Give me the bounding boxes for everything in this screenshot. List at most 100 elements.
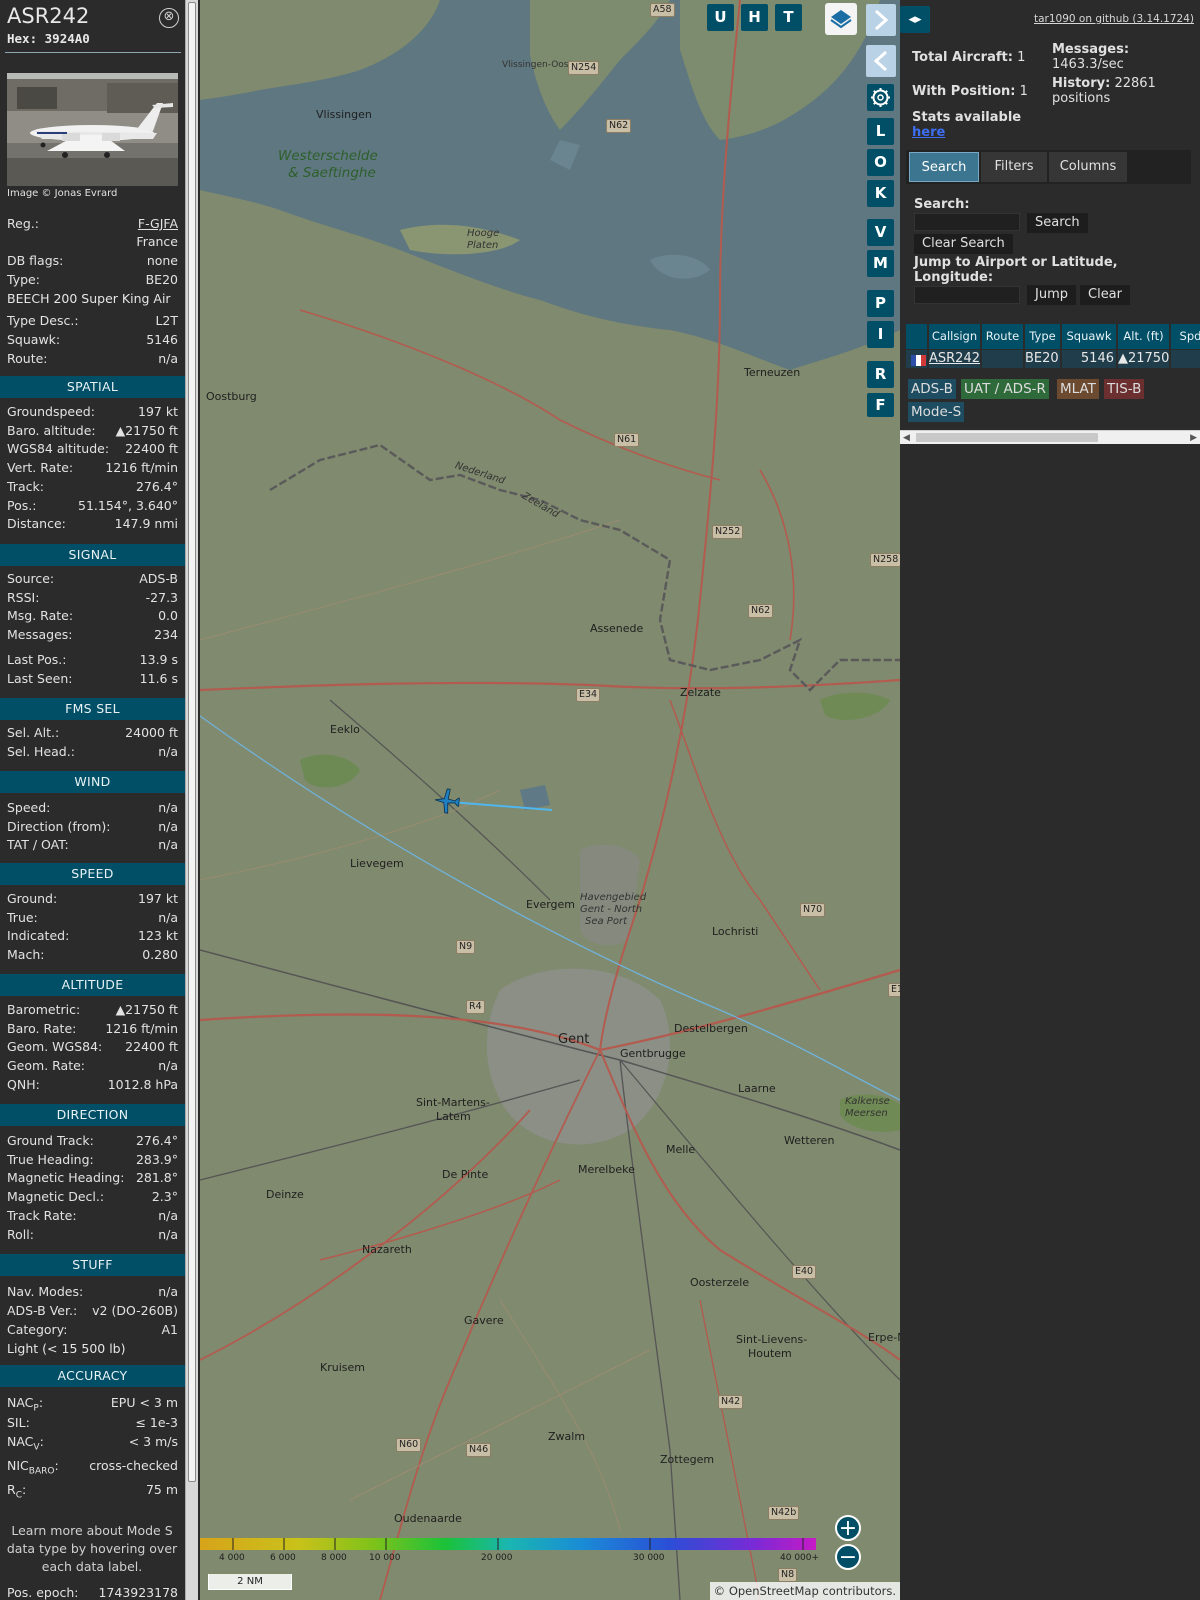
direction-value-5: n/a bbox=[158, 1226, 178, 1242]
info-scrollbar[interactable] bbox=[185, 0, 198, 1600]
tab-search[interactable]: Search bbox=[909, 152, 979, 182]
map-button-v[interactable]: V bbox=[867, 219, 894, 246]
signal-label-3: Messages: bbox=[7, 627, 73, 643]
legend-tick-4: 20 000 bbox=[481, 1553, 513, 1563]
map-label-sintmartens-2: Latem bbox=[436, 1110, 471, 1123]
map-button-k[interactable]: K bbox=[867, 180, 894, 207]
jump-input[interactable] bbox=[914, 286, 1020, 304]
map-label-laarne: Laarne bbox=[738, 1082, 776, 1095]
map-view[interactable]: Vlissingen Vlissingen-Oost Westerschelde… bbox=[200, 0, 900, 1600]
section-stuff[interactable]: STUFF bbox=[0, 1254, 185, 1276]
table-hscrollbar[interactable]: ◀ ▶ bbox=[900, 430, 1200, 444]
map-label-vlissingen-oost: Vlissingen-Oost bbox=[502, 60, 573, 70]
github-link[interactable]: tar1090 on github (3.14.1724) bbox=[1034, 13, 1194, 25]
section-altitude[interactable]: ALTITUDE bbox=[0, 974, 185, 996]
stats-link[interactable]: here bbox=[912, 125, 1021, 140]
hscroll-thumb[interactable] bbox=[916, 433, 1098, 442]
spatial-label-1: Baro. altitude: bbox=[7, 422, 96, 438]
badge-mlat: MLAT bbox=[1057, 379, 1099, 399]
dbflags-row: DB flags: none bbox=[7, 251, 178, 270]
map-button-h[interactable]: H bbox=[741, 4, 768, 31]
road-e34: E34 bbox=[576, 688, 601, 702]
col-route[interactable]: Route bbox=[982, 324, 1024, 349]
aircraft-photo[interactable] bbox=[7, 73, 178, 186]
reg-row: Reg.: F-GJFA bbox=[7, 214, 178, 233]
road-n62-south: N62 bbox=[748, 604, 774, 618]
map-label-westerschelde: Westerschelde bbox=[278, 148, 378, 164]
signal-value-1: -27.3 bbox=[145, 589, 178, 605]
col-flag[interactable] bbox=[906, 324, 928, 349]
wind-value-0: n/a bbox=[158, 800, 178, 815]
adsb-row: ADS-B Ver.: v2 (DO-260B) bbox=[7, 1301, 178, 1320]
signal-value-4: 13.9 s bbox=[139, 651, 178, 667]
close-icon[interactable]: ⊗ bbox=[159, 8, 179, 28]
altitude-value-1: 1216 ft/min bbox=[105, 1020, 178, 1036]
expand-sidebar-icon[interactable]: ◂▸ bbox=[900, 6, 930, 33]
map-button-f[interactable]: F bbox=[867, 393, 894, 417]
col-spd[interactable]: Spd bbox=[1171, 324, 1200, 349]
section-speed[interactable]: SPEED bbox=[0, 863, 185, 885]
spatial-row-5: Pos.: 51.154°, 3.640° bbox=[7, 496, 178, 515]
zoom-in-button[interactable]: + bbox=[835, 1515, 861, 1541]
col-squawk[interactable]: Squawk bbox=[1062, 324, 1117, 349]
search-button[interactable]: Search bbox=[1027, 213, 1088, 233]
altitude-value-2: 22400 ft bbox=[125, 1039, 178, 1055]
altitude-value-4: 1012.8 hPa bbox=[107, 1076, 178, 1092]
prev-arrow-icon[interactable] bbox=[866, 45, 896, 77]
altitude-label-0: Barometric: bbox=[7, 1002, 81, 1017]
reg-link[interactable]: F-GJFA bbox=[138, 214, 178, 233]
osm-prefix: © bbox=[713, 1584, 726, 1598]
next-arrow-icon[interactable] bbox=[866, 4, 896, 36]
with-position-value: 1 bbox=[1019, 84, 1028, 99]
map-button-r[interactable]: R bbox=[867, 361, 894, 388]
clear-button[interactable]: Clear bbox=[1080, 285, 1130, 305]
road-n60: N60 bbox=[396, 1438, 422, 1452]
col-callsign[interactable]: Callsign bbox=[929, 324, 981, 349]
road-r4: R4 bbox=[466, 1000, 485, 1014]
map-button-p[interactable]: P bbox=[867, 290, 894, 317]
map-button-m[interactable]: M bbox=[867, 250, 894, 277]
wind-label-1: Direction (from): bbox=[7, 818, 111, 834]
map-button-t[interactable]: T bbox=[775, 4, 802, 31]
tab-filters[interactable]: Filters bbox=[981, 152, 1047, 182]
settings-gear-icon[interactable] bbox=[867, 84, 894, 111]
road-n9: N9 bbox=[456, 940, 476, 954]
map-button-o[interactable]: O bbox=[867, 149, 894, 176]
speed-label-1: True: bbox=[7, 909, 38, 925]
map-label-destelbergen: Destelbergen bbox=[674, 1022, 748, 1035]
layers-icon[interactable] bbox=[825, 3, 857, 35]
zoom-out-button[interactable]: − bbox=[835, 1544, 861, 1570]
section-signal[interactable]: SIGNAL bbox=[0, 544, 185, 566]
map-button-i[interactable]: I bbox=[867, 321, 894, 348]
osm-link[interactable]: OpenStreetMap bbox=[729, 1584, 819, 1598]
map-label-kalkense-1: Kalkense bbox=[845, 1096, 890, 1107]
aircraft-icon[interactable] bbox=[432, 786, 462, 816]
map-button-l[interactable]: L bbox=[867, 118, 894, 145]
col-type[interactable]: Type bbox=[1025, 324, 1061, 349]
section-spatial[interactable]: SPATIAL bbox=[0, 376, 185, 398]
scroll-left-icon[interactable]: ◀ bbox=[903, 431, 910, 445]
section-direction[interactable]: DIRECTION bbox=[0, 1104, 185, 1126]
jump-button[interactable]: Jump bbox=[1027, 285, 1076, 305]
map-button-u[interactable]: U bbox=[707, 4, 734, 31]
route-label: Route: bbox=[7, 351, 48, 366]
spatial-value-2: 22400 ft bbox=[125, 441, 178, 457]
section-fms[interactable]: FMS SEL bbox=[0, 698, 185, 720]
clear-search-button[interactable]: Clear Search bbox=[914, 234, 1013, 254]
country-row: France bbox=[7, 232, 178, 251]
col-alt[interactable]: Alt. (ft) bbox=[1118, 324, 1170, 349]
section-wind[interactable]: WIND bbox=[0, 771, 185, 793]
category-label: Category: bbox=[7, 1322, 68, 1337]
direction-label-3: Magnetic Decl.: bbox=[7, 1189, 105, 1205]
section-accuracy[interactable]: ACCURACY bbox=[0, 1365, 185, 1387]
row-spd bbox=[1171, 350, 1200, 368]
tab-columns[interactable]: Columns bbox=[1049, 152, 1127, 182]
search-input[interactable] bbox=[914, 213, 1020, 231]
speed-value-2: 123 kt bbox=[138, 928, 178, 944]
map-label-havengebied-1: Havengebied bbox=[580, 892, 647, 903]
scroll-thumb[interactable] bbox=[188, 2, 196, 1482]
scroll-right-icon[interactable]: ▶ bbox=[1190, 431, 1197, 445]
direction-value-3: 2.3° bbox=[151, 1189, 178, 1205]
navmodes-value: n/a bbox=[158, 1284, 178, 1299]
row-callsign[interactable]: ASR242 bbox=[929, 350, 981, 368]
